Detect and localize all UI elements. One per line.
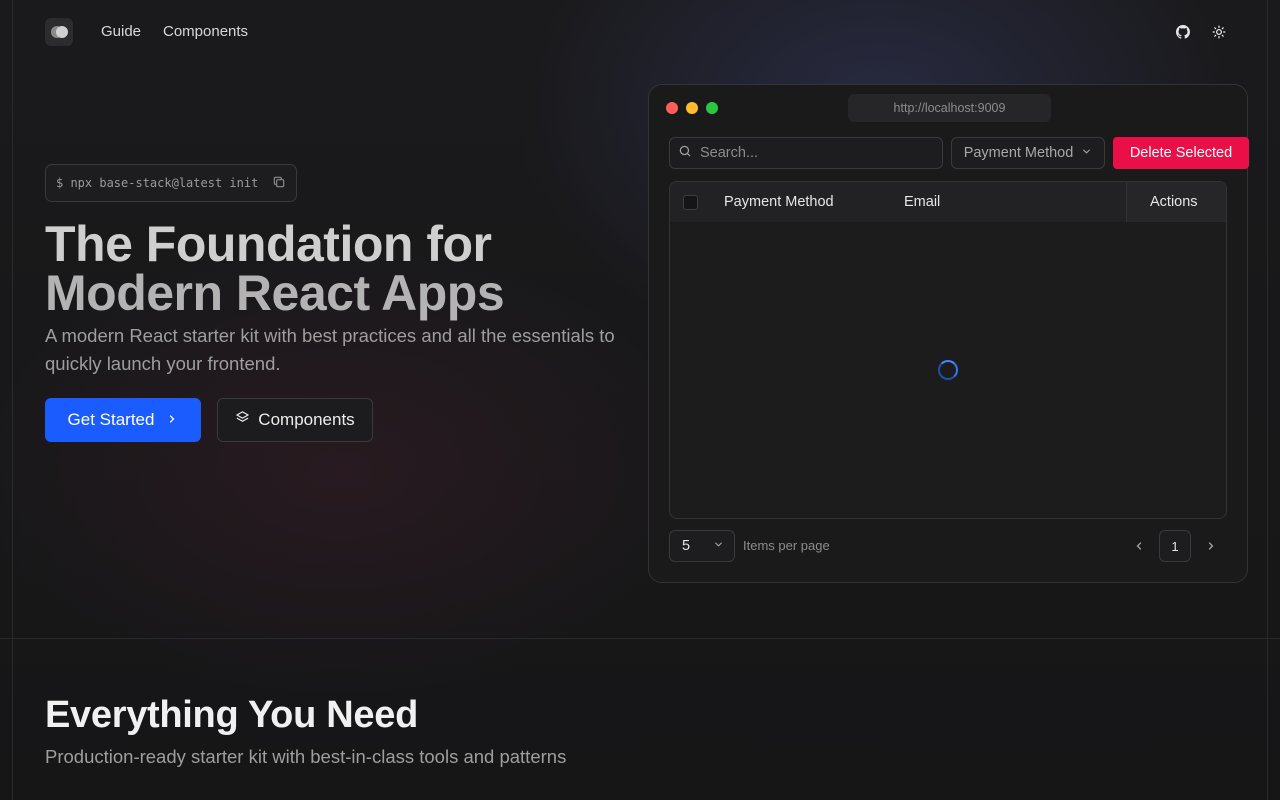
- chevron-down-icon: [1081, 145, 1092, 161]
- get-started-button[interactable]: Get Started: [45, 398, 201, 442]
- app-preview-window: http://localhost:9009 Search... Payment …: [648, 84, 1249, 583]
- sun-icon[interactable]: [1209, 22, 1229, 42]
- chevron-right-icon[interactable]: [1201, 537, 1221, 555]
- features-title: Everything You Need: [45, 694, 418, 736]
- github-icon[interactable]: [1173, 22, 1193, 42]
- logo-mark-front: [56, 26, 68, 38]
- search-input[interactable]: Search...: [669, 137, 943, 169]
- install-command-text: $ npx base-stack@latest init: [56, 176, 259, 190]
- column-payment-method[interactable]: Payment Method: [724, 194, 834, 210]
- window-minimize-dot: [686, 102, 698, 114]
- column-email[interactable]: Email: [904, 194, 940, 210]
- search-icon: [678, 144, 692, 162]
- items-per-page-select[interactable]: 5: [669, 530, 735, 562]
- section-divider: [0, 638, 1280, 639]
- hero-title-line-2: Modern React Apps: [45, 265, 505, 321]
- components-label: Components: [258, 410, 355, 429]
- chevron-right-icon: [166, 410, 178, 430]
- get-started-label: Get Started: [67, 410, 155, 429]
- chevron-down-icon: [713, 538, 724, 554]
- layers-icon: [235, 410, 250, 430]
- copy-icon[interactable]: [272, 175, 286, 192]
- data-table: Payment Method Email Actions: [669, 181, 1227, 519]
- table-header: Payment Method Email Actions: [670, 182, 1226, 222]
- url-bar: http://localhost:9009: [848, 94, 1051, 122]
- window-close-dot: [666, 102, 678, 114]
- chevron-left-icon[interactable]: [1129, 537, 1149, 555]
- features-subtitle: Production-ready starter kit with best-i…: [45, 746, 567, 767]
- items-per-page-label: Items per page: [743, 538, 830, 553]
- column-actions: Actions: [1150, 194, 1198, 210]
- window-maximize-dot: [706, 102, 718, 114]
- grid-line-left: [12, 0, 13, 800]
- nav-link-components[interactable]: Components: [163, 23, 248, 40]
- nav-link-guide[interactable]: Guide: [101, 23, 141, 40]
- loading-spinner-icon: [938, 360, 958, 380]
- filter-label: Payment Method: [963, 145, 1074, 161]
- delete-selected-button[interactable]: Delete Selected: [1113, 137, 1249, 169]
- hero-title-line-1: The Foundation for: [45, 216, 492, 272]
- components-button[interactable]: Components: [217, 398, 373, 442]
- actions-column-header: Actions: [1126, 182, 1226, 222]
- grid-line-right: [1267, 0, 1268, 800]
- select-all-checkbox[interactable]: [683, 195, 698, 210]
- hero-subtitle: A modern React starter kit with best pra…: [45, 325, 615, 374]
- payment-method-filter[interactable]: Payment Method: [951, 137, 1105, 169]
- search-placeholder: Search...: [700, 145, 759, 161]
- logo[interactable]: [45, 18, 73, 46]
- page-number-button[interactable]: 1: [1159, 530, 1191, 562]
- per-page-value: 5: [682, 538, 691, 554]
- hero-title: The Foundation for Modern React Apps: [45, 216, 645, 321]
- install-command: $ npx base-stack@latest init: [45, 164, 297, 202]
